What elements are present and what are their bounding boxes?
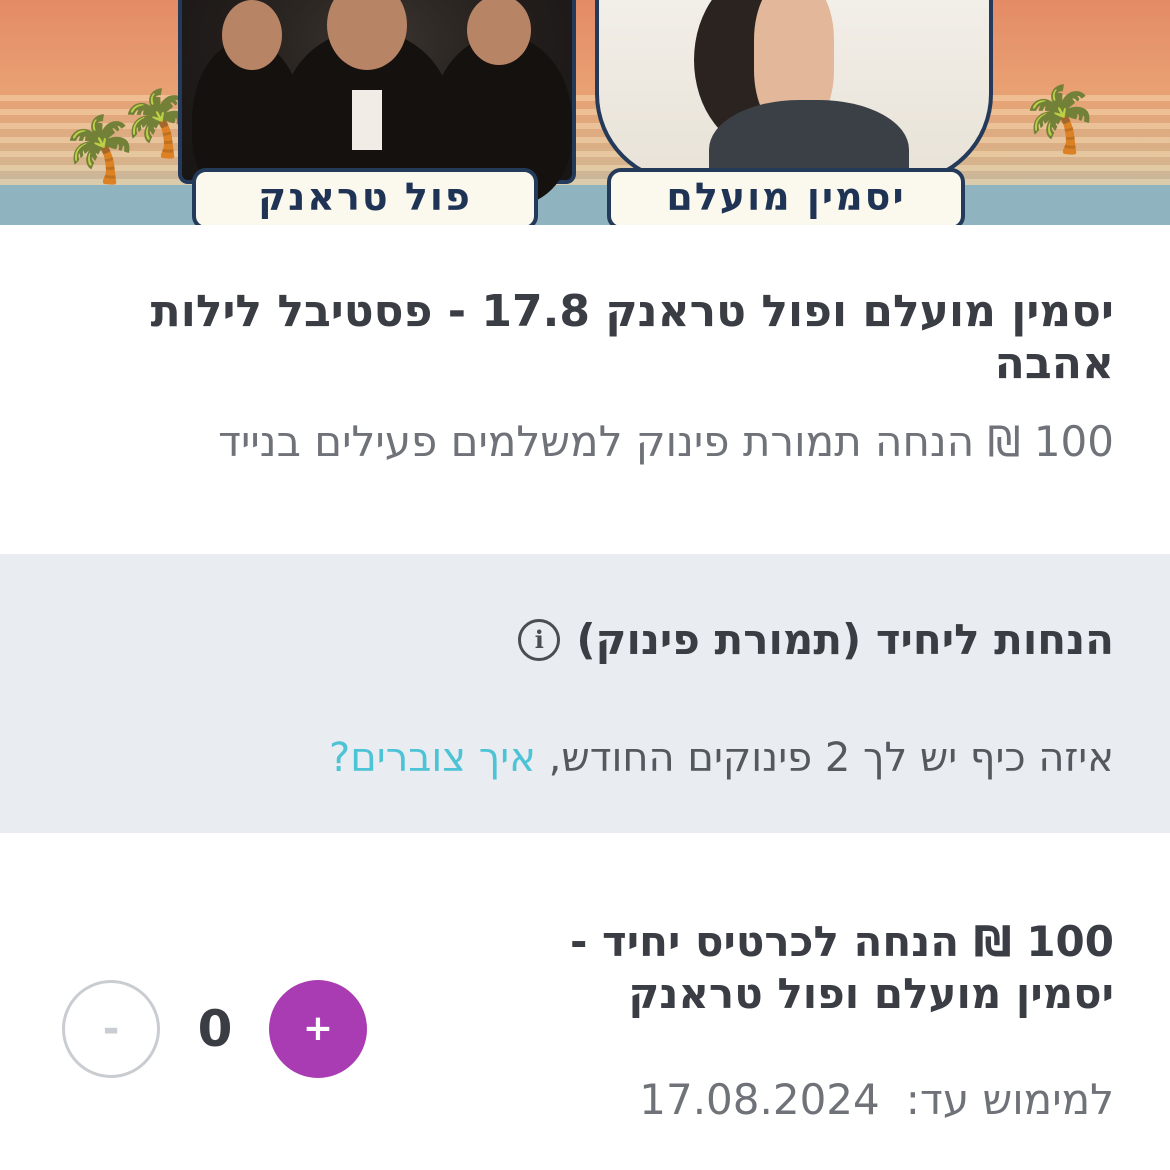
info-icon[interactable]: i bbox=[518, 619, 561, 661]
increment-button[interactable]: + bbox=[269, 980, 367, 1078]
offer-expiry: למימוש עד: 17.08.2024 bbox=[639, 1074, 1114, 1126]
treats-balance-label: איזה כיף יש לך 2 פינוקים החודש, bbox=[535, 735, 1114, 781]
panel-heading-text: הנחות ליחיד (תמורת פינוק) bbox=[576, 615, 1114, 664]
event-banner-image: 🌴 🌴 🌴 פול טראנק יסמין מועלם bbox=[0, 0, 1170, 225]
how-to-earn-link[interactable]: איך צוברים? bbox=[329, 735, 536, 781]
event-subtitle: 100 ₪ הנחה תמורת פינוק למשלמים פעילים בנ… bbox=[218, 417, 1114, 466]
artist-photo-right bbox=[595, 0, 993, 210]
decrement-button[interactable]: - bbox=[62, 980, 160, 1078]
quantity-value: 0 bbox=[197, 1000, 233, 1058]
offer-title: 100 ₪ הנחה לכרטיס יחיד - יסמין מועלם ופו… bbox=[570, 917, 1114, 1018]
treats-info-panel: הנחות ליחיד (תמורת פינוק) i איזה כיף יש … bbox=[0, 554, 1170, 833]
banner-ground bbox=[0, 185, 1170, 225]
event-header: יסמין מועלם ופול טראנק 17.8 - פסטיבל ליל… bbox=[54, 286, 1114, 468]
panel-heading: הנחות ליחיד (תמורת פינוק) i bbox=[518, 614, 1114, 666]
artist-name-tag-left: פול טראנק bbox=[192, 168, 538, 225]
expiry-date: 17.08.2024 bbox=[639, 1075, 880, 1124]
palm-tree-icon: 🌴 bbox=[1020, 83, 1100, 157]
quantity-stepper: - 0 + bbox=[62, 980, 368, 1078]
treats-balance-text: איזה כיף יש לך 2 פינוקים החודש, איך צובר… bbox=[329, 732, 1114, 784]
artist-photo-left bbox=[178, 0, 576, 205]
event-page: 🌴 🌴 🌴 פול טראנק יסמין מועלם יסמין מועלם … bbox=[0, 0, 1170, 1170]
expiry-label: למימוש עד: bbox=[905, 1075, 1114, 1124]
artist-name-tag-right: יסמין מועלם bbox=[607, 168, 965, 225]
event-title: יסמין מועלם ופול טראנק 17.8 - פסטיבל ליל… bbox=[150, 286, 1114, 389]
